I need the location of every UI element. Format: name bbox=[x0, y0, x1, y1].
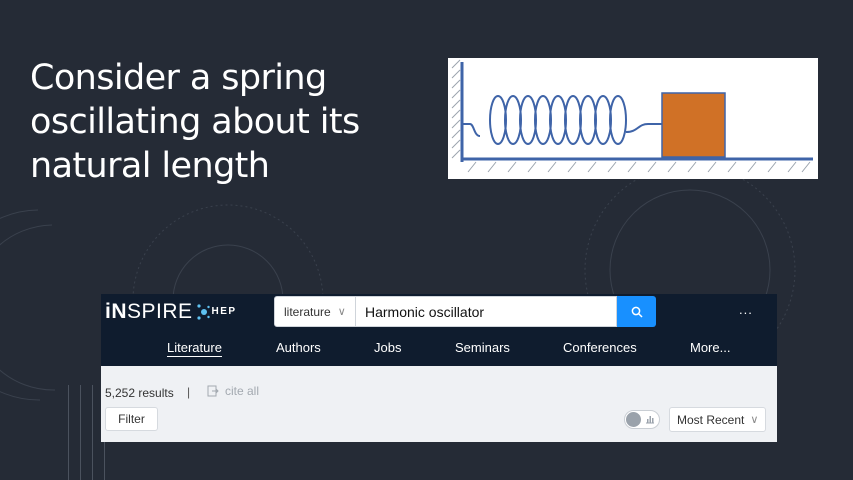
chevron-down-icon: ∨ bbox=[337, 306, 346, 318]
inspire-logo[interactable]: iNSPIRE HEP bbox=[105, 300, 237, 324]
search-bar: literature ∨ bbox=[274, 296, 656, 327]
search-scope-select[interactable]: literature ∨ bbox=[274, 296, 356, 327]
nav-authors[interactable]: Authors bbox=[276, 340, 321, 355]
search-scope-value: literature bbox=[284, 304, 331, 319]
cite-all-button[interactable]: cite all bbox=[207, 384, 259, 398]
logo-text-prefix: iN bbox=[105, 300, 127, 323]
search-icon bbox=[631, 306, 643, 318]
inspire-hep-screenshot: iNSPIRE HEP literature ∨ Harmonic oscill… bbox=[101, 294, 777, 442]
sort-value: Most Recent bbox=[677, 412, 745, 427]
logo-text-suffix: SPIRE bbox=[127, 300, 193, 323]
sort-select[interactable]: Most Recent ∨ bbox=[669, 407, 766, 432]
spring-oscillator-figure bbox=[448, 58, 818, 179]
slide-title: Consider a spring oscillating about its … bbox=[30, 58, 360, 186]
search-input[interactable] bbox=[356, 296, 617, 327]
nav-literature[interactable]: Literature bbox=[167, 340, 222, 357]
bar-chart-icon bbox=[646, 416, 654, 424]
citation-summary-toggle[interactable] bbox=[624, 410, 660, 429]
nav-seminars[interactable]: Seminars bbox=[455, 340, 510, 355]
search-button[interactable] bbox=[617, 296, 656, 327]
nav-conferences[interactable]: Conferences bbox=[563, 340, 637, 355]
toggle-knob bbox=[626, 412, 641, 427]
main-nav: Literature Authors Jobs Seminars Confere… bbox=[101, 340, 777, 360]
nav-more[interactable]: More... bbox=[690, 340, 730, 355]
filter-button[interactable]: Filter bbox=[105, 407, 158, 431]
header-bar: iNSPIRE HEP literature ∨ Harmonic oscill… bbox=[101, 294, 777, 366]
nav-jobs[interactable]: Jobs bbox=[374, 340, 401, 355]
logo-subtext: HEP bbox=[211, 305, 237, 317]
result-count: 5,252 results bbox=[105, 386, 174, 400]
export-icon bbox=[207, 385, 219, 397]
chevron-down-icon: ∨ bbox=[750, 414, 759, 426]
cite-all-label: cite all bbox=[225, 384, 260, 398]
results-toolbar: 5,252 results | cite all Filter Most Rec… bbox=[101, 366, 777, 442]
divider: | bbox=[187, 385, 191, 399]
logo-dots-icon bbox=[196, 304, 210, 320]
more-options-menu[interactable]: ... bbox=[739, 302, 753, 317]
